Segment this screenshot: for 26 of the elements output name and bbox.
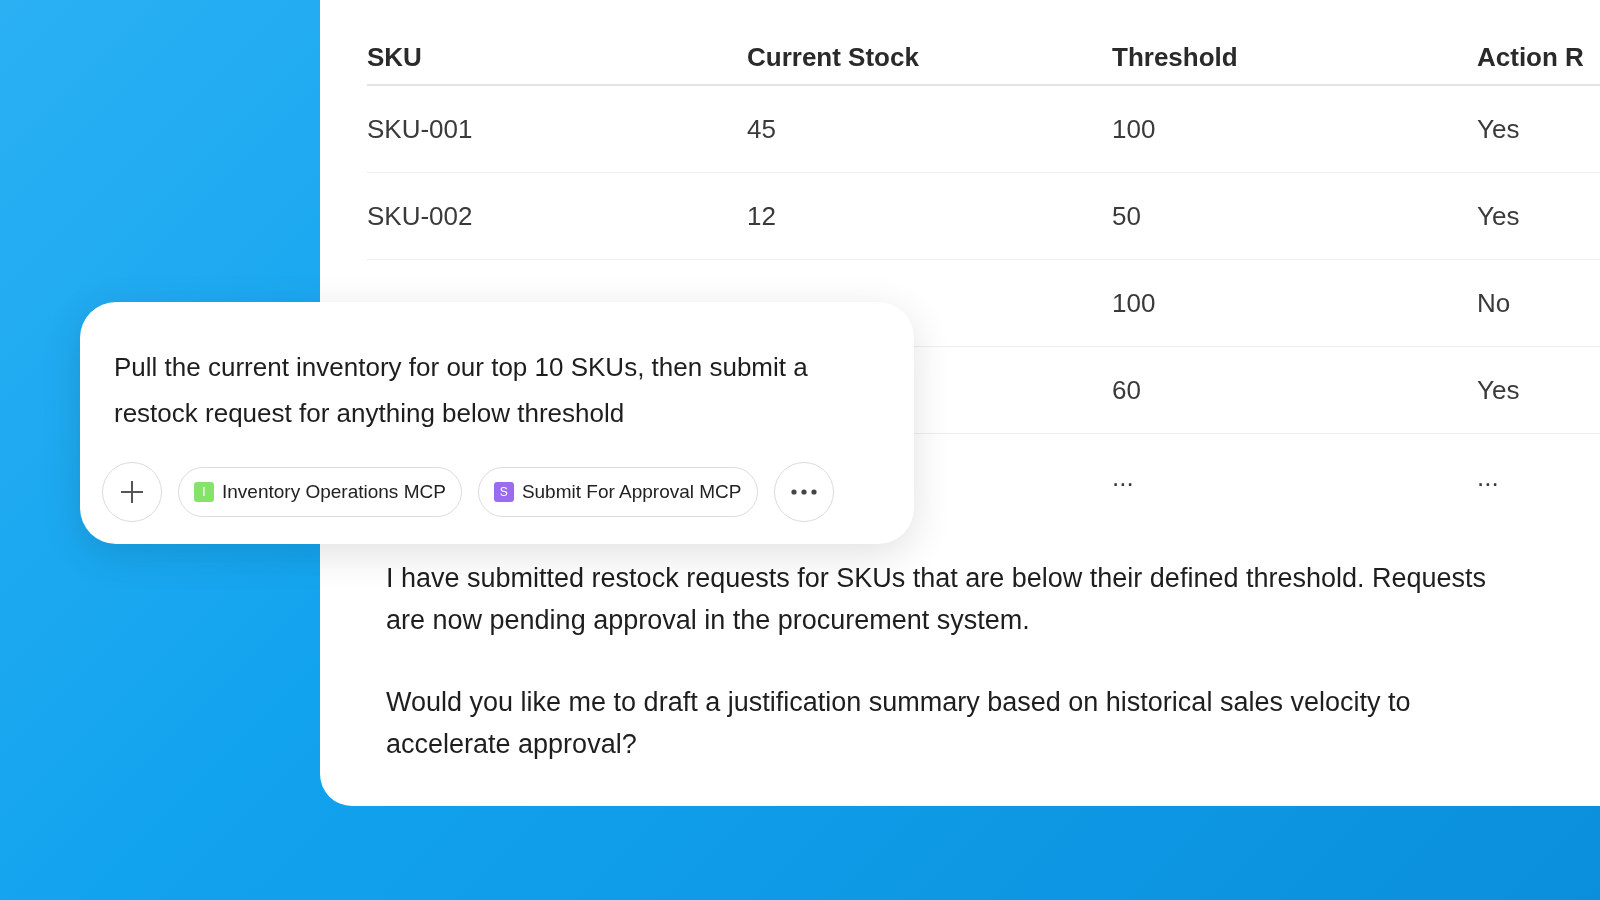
table-cell: Yes bbox=[1477, 113, 1520, 144]
table-cell: Yes bbox=[1477, 200, 1520, 231]
column-header: SKU bbox=[367, 41, 422, 72]
table-cell: Yes bbox=[1477, 374, 1520, 405]
reply-paragraph: I have submitted restock requests for SKUs that are below their defined threshold. Requests are now pending approval in the procurement system. bbox=[386, 562, 1488, 637]
table-cell: ... bbox=[1112, 462, 1134, 492]
table-cell: 45 bbox=[747, 113, 776, 144]
table-cell: No bbox=[1477, 287, 1511, 318]
more-icon bbox=[790, 489, 817, 495]
tool-chip[interactable]: I Inventory Operations MCP bbox=[178, 467, 462, 517]
table-cell: SKU-001 bbox=[367, 113, 473, 144]
column-header: Current Stock bbox=[747, 41, 919, 72]
column-header: Threshold bbox=[1112, 41, 1238, 72]
column-header: Action R bbox=[1477, 41, 1584, 72]
table-cell: SKU-002 bbox=[367, 200, 473, 231]
tool-badge: I bbox=[194, 482, 214, 502]
table-cell: 12 bbox=[747, 200, 776, 231]
table-cell: 100 bbox=[1112, 287, 1156, 318]
prompt-text: Pull the current inventory for our top 10 SKUs, then submit a restock request for anything below threshold bbox=[113, 351, 809, 430]
table-cell: 60 bbox=[1112, 374, 1141, 405]
table-cell: 50 bbox=[1112, 200, 1141, 231]
reply-paragraph: Would you like me to draft a justification summary based on historical sales velocity to accelerate approval? bbox=[386, 686, 1412, 761]
plus-icon bbox=[119, 479, 145, 505]
table-cell: ... bbox=[1477, 462, 1499, 492]
tool-badge: S bbox=[493, 482, 514, 502]
table-cell: 100 bbox=[1112, 113, 1156, 144]
